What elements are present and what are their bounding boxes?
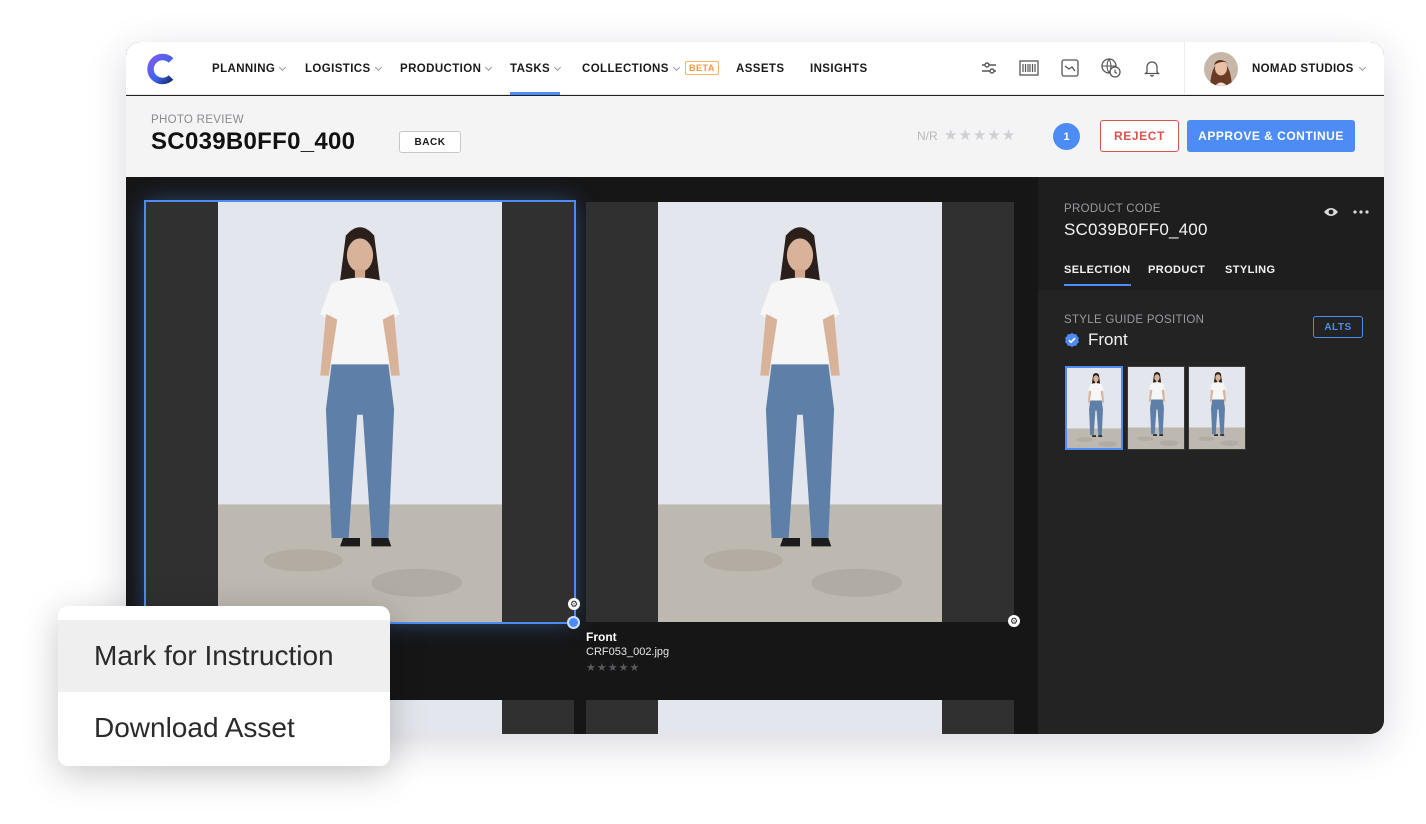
chevron-down-icon: [554, 63, 562, 71]
asset-photo: [658, 202, 942, 622]
asset-filename: CRF053_002.jpg: [586, 646, 670, 658]
thumbnail-front[interactable]: [1065, 366, 1123, 450]
model-photo-image: [658, 202, 942, 622]
nav-production[interactable]: PRODUCTION: [400, 42, 493, 95]
asset-card-selected[interactable]: [144, 200, 576, 624]
gear-icon[interactable]: ⚙: [1008, 615, 1020, 627]
avatar[interactable]: [1204, 52, 1238, 86]
thumbnail-alt[interactable]: [1188, 366, 1246, 450]
selection-indicator-icon[interactable]: [567, 616, 580, 629]
tab-selection[interactable]: SELECTION: [1064, 264, 1131, 286]
bell-icon[interactable]: [1141, 57, 1163, 79]
asset-rating-stars[interactable]: ★★★★★: [586, 661, 640, 674]
nav-insights[interactable]: INSIGHTS: [810, 42, 868, 95]
asset-photo: [658, 700, 942, 734]
asset-photo: [218, 202, 502, 622]
barcode-icon[interactable]: [1018, 57, 1040, 79]
more-options-icon[interactable]: [1352, 206, 1370, 218]
review-header: PHOTO REVIEW SC039B0FF0_400 BACK N/R ★★★…: [126, 96, 1384, 177]
app-logo-icon[interactable]: [144, 52, 178, 86]
alts-button[interactable]: ALTS: [1313, 316, 1363, 338]
thumbnail-image: [1128, 367, 1185, 450]
menu-item-mark-for-instruction[interactable]: Mark for Instruction: [58, 620, 390, 692]
chevron-down-icon: [1358, 63, 1366, 71]
nav-logistics[interactable]: LOGISTICS: [305, 42, 382, 95]
style-guide-label: STYLE GUIDE POSITION: [1064, 314, 1205, 326]
page-eyebrow: PHOTO REVIEW: [151, 114, 244, 126]
chevron-down-icon: [374, 63, 382, 71]
nav-assets[interactable]: ASSETS: [736, 42, 784, 95]
chevron-down-icon: [672, 63, 680, 71]
eye-icon[interactable]: [1323, 206, 1339, 218]
product-panel: PRODUCT CODE SC039B0FF0_400 SELECTION PR…: [1038, 177, 1384, 734]
asset-title: Front: [586, 630, 617, 644]
rating-stars[interactable]: ★★★★★: [944, 126, 1016, 144]
studio-switcher[interactable]: NOMAD STUDIOS: [1252, 42, 1366, 95]
thumbnail-alt[interactable]: [1127, 366, 1185, 450]
chart-icon[interactable]: [1059, 57, 1081, 79]
thumbnail-image: [1189, 367, 1246, 450]
count-badge: 1: [1053, 123, 1080, 150]
context-menu: Mark for Instruction Download Asset: [58, 606, 390, 766]
asset-card[interactable]: [586, 202, 1014, 622]
chevron-down-icon: [279, 63, 287, 71]
reject-button[interactable]: REJECT: [1100, 120, 1179, 152]
model-photo-image: [218, 202, 502, 622]
nav-planning[interactable]: PLANNING: [212, 42, 287, 95]
top-navigation: PLANNING LOGISTICS PRODUCTION TASKS COLL…: [126, 42, 1384, 95]
chevron-down-icon: [485, 63, 493, 71]
thumbnail-image: [1067, 368, 1123, 450]
rating-label: N/R: [917, 129, 938, 143]
approve-continue-button[interactable]: APPROVE & CONTINUE: [1187, 120, 1355, 152]
tab-styling[interactable]: STYLING: [1225, 264, 1275, 276]
style-guide-value: Front: [1064, 330, 1128, 350]
sliders-icon[interactable]: [978, 57, 1000, 79]
gear-icon[interactable]: ⚙: [568, 598, 580, 610]
back-button[interactable]: BACK: [399, 131, 461, 153]
world-clock-icon[interactable]: [1100, 57, 1122, 79]
tab-product[interactable]: PRODUCT: [1148, 264, 1205, 276]
nav-tasks[interactable]: TASKS: [510, 42, 562, 95]
beta-badge: BETA: [685, 61, 719, 75]
nav-divider: [1184, 42, 1185, 95]
panel-header: PRODUCT CODE SC039B0FF0_400 SELECTION PR…: [1038, 177, 1384, 290]
page-title: SC039B0FF0_400: [151, 128, 356, 155]
verified-badge-icon: [1065, 332, 1079, 348]
asset-card[interactable]: [586, 700, 1014, 734]
nav-collections[interactable]: COLLECTIONS: [582, 42, 680, 95]
product-code-value: SC039B0FF0_400: [1064, 220, 1208, 239]
product-code-label: PRODUCT CODE: [1064, 203, 1161, 215]
menu-item-download-asset[interactable]: Download Asset: [58, 692, 390, 764]
